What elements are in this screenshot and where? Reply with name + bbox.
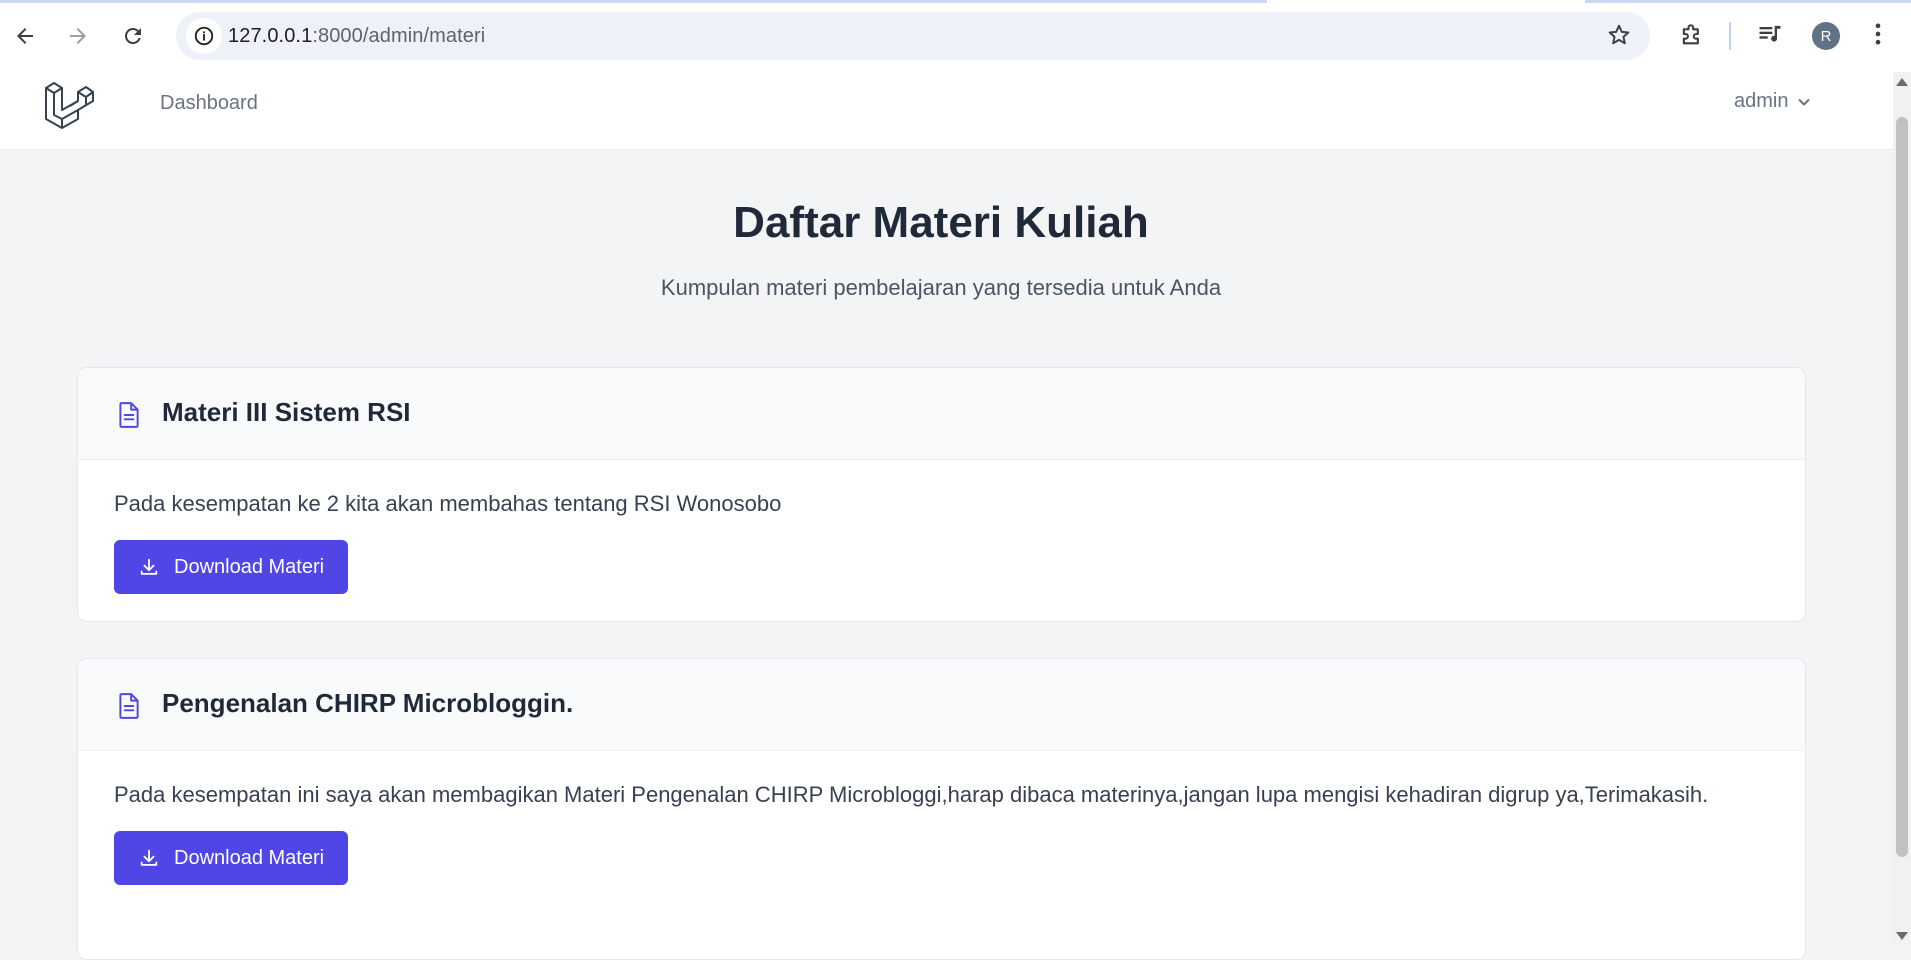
url-text: 127.0.0.1:8000/admin/materi — [228, 25, 485, 48]
chevron-down-icon — [1798, 98, 1810, 105]
download-materi-button[interactable]: Download Materi — [114, 540, 349, 594]
download-icon — [140, 849, 158, 866]
materi-card-header: Materi III Sistem RSI — [78, 368, 1805, 460]
media-controls-button[interactable] — [1756, 20, 1784, 53]
download-button-label: Download Materi — [174, 846, 325, 869]
page-load-progress — [0, 0, 1267, 3]
download-icon — [140, 558, 158, 575]
puzzle-icon — [1682, 24, 1699, 45]
page-load-progress-tail — [1585, 0, 1911, 3]
reload-button[interactable] — [115, 18, 151, 54]
address-bar[interactable]: 127.0.0.1:8000/admin/materi — [176, 12, 1650, 60]
bookmark-star-button[interactable] — [1606, 22, 1632, 53]
materi-card: Materi III Sistem RSI Pada kesempatan ke… — [77, 367, 1806, 622]
info-icon — [194, 26, 214, 46]
profile-avatar[interactable]: R — [1812, 22, 1840, 50]
download-button-label: Download Materi — [174, 555, 325, 578]
scroll-up-arrow[interactable] — [1896, 78, 1908, 86]
scroll-down-arrow[interactable] — [1896, 932, 1908, 940]
materi-card-body: Pada kesempatan ini saya akan membagikan… — [78, 751, 1805, 885]
app-navbar: Dashboard admin — [0, 72, 1893, 150]
forward-arrow-icon — [70, 28, 86, 44]
nav-dashboard-link[interactable]: Dashboard — [160, 92, 258, 115]
materi-card-body: Pada kesempatan ke 2 kita akan membahas … — [78, 460, 1805, 594]
page-scrollbar[interactable] — [1893, 72, 1911, 945]
document-icon — [116, 692, 142, 725]
forward-button[interactable] — [60, 18, 96, 54]
materi-description: Pada kesempatan ke 2 kita akan membahas … — [114, 491, 782, 516]
url-host: 127.0.0.1 — [228, 25, 313, 47]
scrollbar-thumb[interactable] — [1896, 117, 1908, 857]
playlist-music-icon — [1759, 25, 1781, 42]
download-materi-button[interactable]: Download Materi — [114, 831, 349, 885]
materi-title: Pengenalan CHIRP Microbloggin. — [162, 688, 574, 718]
materi-title: Materi III Sistem RSI — [162, 397, 411, 427]
user-dropdown[interactable]: admin — [1734, 90, 1812, 113]
reload-icon — [124, 27, 141, 44]
kebab-menu-icon — [1875, 23, 1881, 45]
back-button[interactable] — [7, 18, 43, 54]
page-title: Daftar Materi Kuliah — [733, 198, 1149, 247]
url-path: :8000/admin/materi — [312, 25, 486, 47]
site-info-button[interactable] — [186, 18, 222, 54]
back-arrow-icon — [17, 28, 33, 44]
materi-card: Pengenalan CHIRP Microbloggin. Pada kese… — [77, 658, 1806, 960]
extensions-button[interactable] — [1678, 20, 1706, 53]
materi-description: Pada kesempatan ini saya akan membagikan… — [114, 782, 1709, 807]
page-subtitle: Kumpulan materi pembelajaran yang tersed… — [660, 275, 1222, 300]
browser-toolbar: 127.0.0.1:8000/admin/materi R — [0, 0, 1911, 73]
laravel-logo[interactable] — [44, 77, 94, 134]
laravel-logo-icon — [45, 82, 94, 129]
star-icon — [1608, 24, 1630, 45]
browser-menu-button[interactable] — [1864, 20, 1892, 53]
materi-card-header: Pengenalan CHIRP Microbloggin. — [78, 659, 1805, 751]
toolbar-divider — [1729, 22, 1731, 50]
user-name: admin — [1734, 90, 1789, 112]
document-icon — [116, 401, 142, 434]
